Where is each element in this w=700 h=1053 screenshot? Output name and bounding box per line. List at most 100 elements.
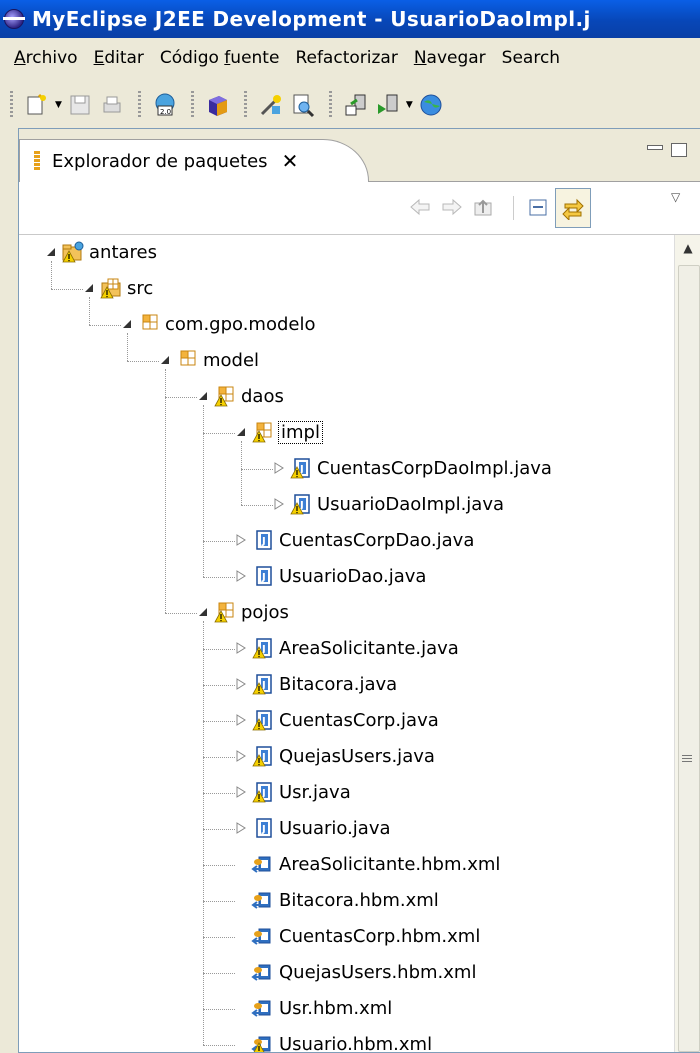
- tree-node[interactable]: J Usuario.java: [235, 811, 391, 845]
- tree-connector: [203, 649, 235, 650]
- tab-package-explorer[interactable]: Explorador de paquetes ✕: [19, 139, 369, 182]
- toolbar-grip[interactable]: [10, 91, 13, 119]
- expand-arrow-icon[interactable]: [273, 462, 285, 474]
- tree-node-label: Usuario.java: [279, 817, 391, 839]
- tree-node[interactable]: antares: [45, 235, 157, 269]
- tree-node-label: Usr.hbm.xml: [279, 997, 393, 1019]
- project-icon: [61, 241, 84, 263]
- tree-connector: [203, 757, 235, 758]
- forward-arrow-icon[interactable]: [439, 194, 465, 220]
- menu-bar: Archivo Editar Código fuente Refactorizar Na…: [0, 38, 700, 78]
- tree-node-label: Bitacora.java: [279, 673, 398, 695]
- vertical-scrollbar[interactable]: ▲: [674, 235, 700, 1052]
- minimize-icon[interactable]: [647, 145, 663, 150]
- tree-connector: [203, 721, 235, 722]
- collapse-arrow-icon[interactable]: [197, 390, 209, 402]
- collapse-all-icon[interactable]: [525, 194, 551, 220]
- tree-node[interactable]: com.gpo.modelo: [121, 307, 316, 341]
- tree-node[interactable]: src: [83, 271, 153, 305]
- hibernate-mapping-warning-icon: [251, 1033, 273, 1052]
- expand-arrow-icon[interactable]: [235, 714, 247, 726]
- view-menu-icon[interactable]: ▽: [671, 190, 680, 204]
- toolbar-grip[interactable]: [137, 91, 141, 119]
- new-dropdown-arrow[interactable]: ▼: [55, 100, 62, 110]
- tree-node[interactable]: CuentasCorp.hbm.xml: [235, 919, 480, 953]
- tree-node[interactable]: J UsuarioDao.java: [235, 559, 426, 593]
- tree-connector: [165, 369, 166, 613]
- bean-icon[interactable]: [205, 92, 231, 118]
- back-arrow-icon[interactable]: [407, 194, 433, 220]
- collapse-arrow-icon[interactable]: [83, 282, 95, 294]
- tree-connector: [203, 1045, 235, 1046]
- tree-node-label: AreaSolicitante.hbm.xml: [279, 853, 501, 875]
- menu-refactorizar[interactable]: Refactorizar: [287, 48, 405, 68]
- menu-c-digo-fuente[interactable]: Código fuente: [152, 48, 288, 68]
- toolbar-grip[interactable]: [243, 91, 247, 119]
- source-folder-icon: [99, 277, 121, 299]
- expand-arrow-icon[interactable]: [235, 678, 247, 690]
- tree-connector: [203, 405, 204, 577]
- j2ee-server-icon[interactable]: 2.0: [152, 92, 178, 118]
- expand-arrow-icon[interactable]: [235, 750, 247, 762]
- wizard-icon[interactable]: [258, 92, 284, 118]
- tree-node[interactable]: J QuejasUsers.java: [235, 739, 435, 773]
- menu-editar[interactable]: Editar: [86, 48, 152, 68]
- collapse-arrow-icon[interactable]: [197, 606, 209, 618]
- tree-node[interactable]: model: [159, 343, 259, 377]
- run-dropdown-arrow[interactable]: ▼: [406, 100, 413, 110]
- expand-arrow-icon[interactable]: [235, 786, 247, 798]
- expand-arrow-icon[interactable]: [235, 642, 247, 654]
- save-icon[interactable]: [67, 92, 93, 118]
- scroll-thumb[interactable]: [678, 265, 700, 1052]
- menu-navegar[interactable]: Navegar: [406, 48, 494, 68]
- deploy-icon[interactable]: [343, 92, 369, 118]
- link-with-editor-icon[interactable]: [555, 188, 591, 228]
- tree-node[interactable]: pojos: [197, 595, 289, 629]
- close-icon[interactable]: ✕: [282, 149, 299, 173]
- tree-connector: [51, 261, 52, 289]
- up-folder-icon[interactable]: [471, 194, 497, 220]
- window-title-bar[interactable]: MyEclipse J2EE Development - UsuarioDaoI…: [0, 0, 700, 38]
- tree-node[interactable]: QuejasUsers.hbm.xml: [235, 955, 476, 989]
- tree-node[interactable]: daos: [197, 379, 284, 413]
- tree-node[interactable]: J CuentasCorpDao.java: [235, 523, 474, 557]
- tree-node[interactable]: impl: [235, 415, 323, 449]
- scroll-up-arrow[interactable]: ▲: [675, 235, 700, 261]
- tree-node[interactable]: J UsuarioDaoImpl.java: [273, 487, 504, 521]
- tree-connector: [203, 541, 235, 542]
- web-browser-icon[interactable]: [418, 92, 444, 118]
- search-project-icon[interactable]: [290, 92, 316, 118]
- collapse-arrow-icon[interactable]: [159, 354, 171, 366]
- expand-arrow-icon[interactable]: [273, 498, 285, 510]
- package-explorer-icon: [34, 151, 40, 171]
- expand-arrow-icon[interactable]: [235, 570, 247, 582]
- java-file-warning-icon: J: [251, 673, 273, 695]
- tree-node[interactable]: J Usr.java: [235, 775, 351, 809]
- expand-arrow-icon[interactable]: [235, 534, 247, 546]
- tree-node[interactable]: J CuentasCorpDaoImpl.java: [273, 451, 552, 485]
- maximize-icon[interactable]: [671, 143, 687, 157]
- print-icon[interactable]: [99, 92, 125, 118]
- collapse-arrow-icon[interactable]: [121, 318, 133, 330]
- tree-node[interactable]: AreaSolicitante.hbm.xml: [235, 847, 500, 881]
- tree-node[interactable]: J AreaSolicitante.java: [235, 631, 459, 665]
- tree-node-label: CuentasCorpDaoImpl.java: [317, 457, 552, 479]
- tree-node[interactable]: J CuentasCorp.java: [235, 703, 439, 737]
- collapse-arrow-icon[interactable]: [235, 426, 247, 438]
- tree-node[interactable]: Usr.hbm.xml: [235, 991, 392, 1025]
- new-file-icon[interactable]: [24, 92, 50, 118]
- toolbar-grip[interactable]: [328, 91, 332, 119]
- run-server-icon[interactable]: [375, 92, 401, 118]
- collapse-arrow-icon[interactable]: [45, 246, 57, 258]
- toolbar-grip[interactable]: [190, 91, 194, 119]
- menu-archivo[interactable]: Archivo: [0, 48, 86, 68]
- tree-node[interactable]: J Bitacora.java: [235, 667, 397, 701]
- tree-node[interactable]: Usuario.hbm.xml: [235, 1027, 432, 1052]
- tree-node[interactable]: Bitacora.hbm.xml: [235, 883, 439, 917]
- tree-node-label: UsuarioDao.java: [279, 565, 427, 587]
- hibernate-mapping-icon: [251, 925, 273, 947]
- menu-search[interactable]: Search: [494, 48, 568, 68]
- java-file-warning-icon: J: [251, 709, 273, 731]
- expand-arrow-icon[interactable]: [235, 822, 247, 834]
